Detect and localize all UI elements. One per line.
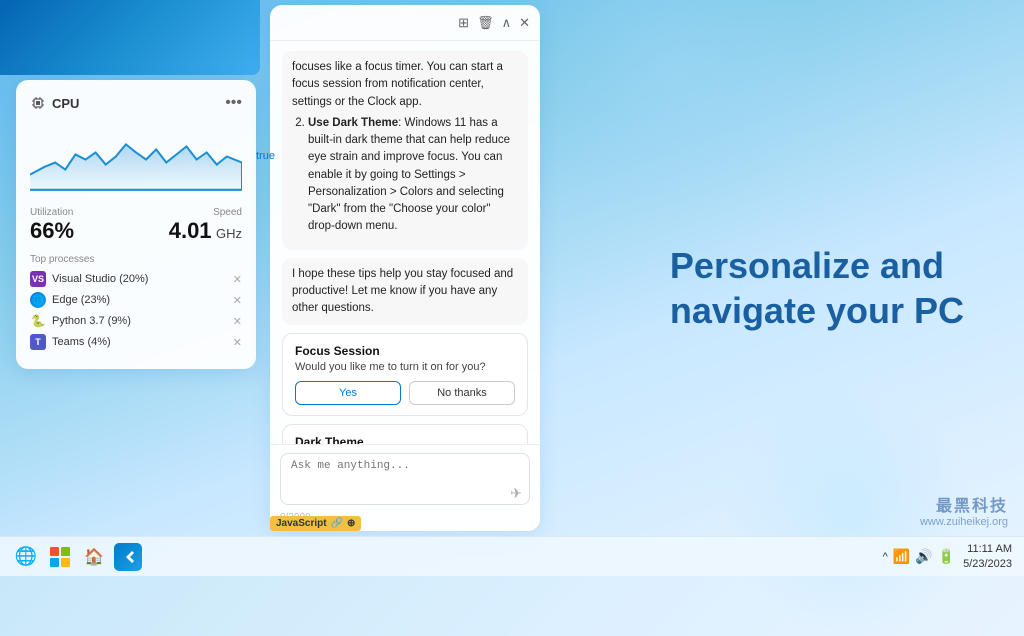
taskbar-left: 🌐 🏠: [12, 543, 142, 571]
speed-value: 4.01: [169, 218, 212, 243]
taskbar-start-button[interactable]: [46, 543, 74, 571]
taskbar-time: 11:11 AM: [963, 542, 1012, 556]
speed-label: Speed: [169, 207, 242, 218]
list-item: VS Visual Studio (20%) ✕: [30, 271, 242, 287]
taskbar-chevron-icon[interactable]: ^: [883, 551, 888, 563]
taskbar-edge-icon[interactable]: 🌐: [12, 543, 40, 571]
process-close-3[interactable]: ✕: [233, 315, 242, 328]
taskbar-date: 5/23/2023: [963, 557, 1012, 571]
cpu-title: CPU: [30, 95, 79, 111]
process-close-4[interactable]: ✕: [233, 336, 242, 349]
chat-toolbar: ⊞ 🗑 ∧ ✕: [270, 5, 540, 41]
taskbar-battery-icon[interactable]: 🔋: [938, 548, 955, 565]
python-icon: 🐍: [30, 313, 46, 329]
js-new-tab-icon[interactable]: ⊕: [347, 518, 355, 529]
dark-theme-card: Dark Theme Would you like to switch to D…: [282, 424, 528, 444]
hero-heading: Personalize and navigate your PC: [670, 243, 964, 333]
processes-label: Top processes: [30, 254, 242, 265]
process-close-2[interactable]: ✕: [233, 294, 242, 307]
speed-unit: GHz: [216, 226, 242, 241]
chat-close-icon[interactable]: ✕: [519, 15, 530, 31]
watermark-url: www.zuiheikej.org: [920, 516, 1008, 528]
taskbar-sys-icons: ^ 📶 🔊 🔋: [883, 548, 955, 565]
hero-text-block: Personalize and navigate your PC: [670, 243, 964, 333]
watermark: 最黑科技 www.zuiheikej.org: [920, 492, 1008, 528]
cpu-icon: [30, 95, 46, 111]
dark-theme-title: Dark Theme: [295, 435, 515, 444]
cpu-widget: CPU ••• Utilization 66% Speed 4.01 GHz T…: [16, 80, 256, 369]
focus-session-card: Focus Session Would you like me to turn …: [282, 333, 528, 416]
watermark-cn-text: 最黑科技: [920, 492, 1008, 516]
chat-message-1: focuses like a focus timer. You can star…: [282, 51, 528, 250]
edge-icon: 🌐: [30, 292, 46, 308]
taskbar-vscode-icon[interactable]: [114, 543, 142, 571]
taskbar-home-icon[interactable]: 🏠: [80, 543, 108, 571]
chat-panel: ⊞ 🗑 ∧ ✕ focuses like a focus timer. You …: [270, 5, 540, 531]
chat-hope-message: I hope these tips help you stay focused …: [282, 258, 528, 326]
focus-session-title: Focus Session: [295, 344, 515, 358]
js-tag: JavaScript 🔗 ⊕: [270, 516, 361, 531]
send-icon[interactable]: ✈: [510, 485, 522, 502]
cpu-more-button[interactable]: •••: [225, 94, 242, 112]
process-name: Teams (4%): [52, 336, 111, 348]
taskbar-clock[interactable]: 11:11 AM 5/23/2023: [963, 542, 1012, 571]
chat-input[interactable]: [280, 453, 530, 505]
list-item: T Teams (4%) ✕: [30, 334, 242, 350]
cpu-graph: [30, 122, 242, 192]
taskbar: 🌐 🏠 ^ 📶 🔊 🔋 11:11 AM 5/23/2023: [0, 536, 1024, 576]
process-name: Python 3.7 (9%): [52, 315, 131, 327]
list-item: 🌐 Edge (23%) ✕: [30, 292, 242, 308]
cpu-stats: Utilization 66% Speed 4.01 GHz: [30, 207, 242, 244]
utilization-value: 66%: [30, 218, 74, 244]
top-thumb: [0, 0, 260, 75]
chat-trash-icon[interactable]: 🗑: [477, 15, 494, 31]
focus-session-subtitle: Would you like me to turn it on for you?: [295, 361, 515, 373]
chat-expand-icon[interactable]: ∧: [502, 15, 512, 31]
teams-icon: T: [30, 334, 46, 350]
taskbar-volume-icon[interactable]: 🔊: [915, 548, 932, 565]
focus-no-button[interactable]: No thanks: [409, 381, 515, 405]
true-label: true: [256, 150, 275, 162]
focus-yes-button[interactable]: Yes: [295, 381, 401, 405]
process-close-1[interactable]: ✕: [233, 273, 242, 286]
js-link-icon[interactable]: 🔗: [331, 518, 343, 529]
process-name: Edge (23%): [52, 294, 110, 306]
process-name: Visual Studio (20%): [52, 273, 148, 285]
chat-messages: focuses like a focus timer. You can star…: [270, 41, 540, 444]
js-tag-label: JavaScript: [276, 518, 327, 529]
utilization-label: Utilization: [30, 207, 74, 218]
vs-icon: VS: [30, 271, 46, 287]
list-item: 🐍 Python 3.7 (9%) ✕: [30, 313, 242, 329]
taskbar-right: ^ 📶 🔊 🔋 11:11 AM 5/23/2023: [883, 542, 1012, 571]
taskbar-wifi-icon[interactable]: 📶: [893, 548, 910, 565]
chat-grid-icon[interactable]: ⊞: [458, 15, 469, 31]
